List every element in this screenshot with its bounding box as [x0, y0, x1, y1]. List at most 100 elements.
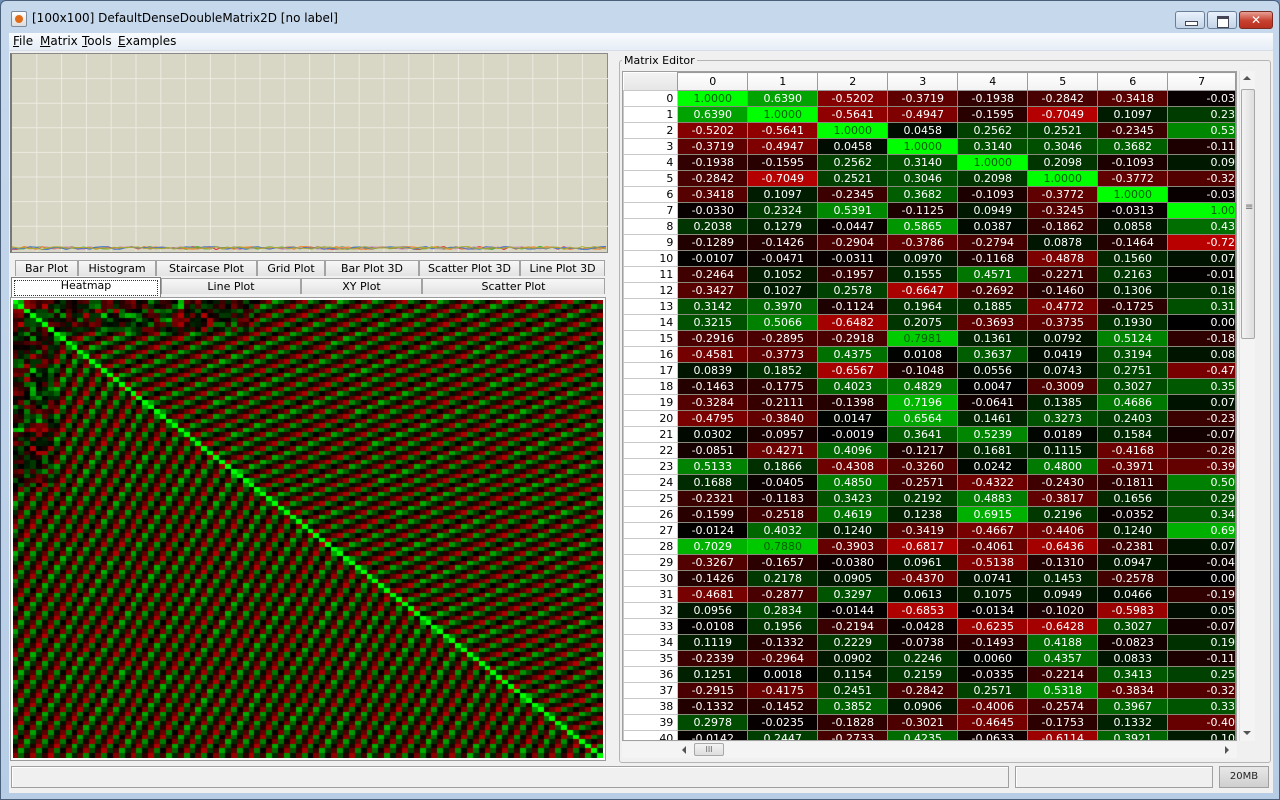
matrix-cell[interactable]: -0.3903	[817, 538, 889, 555]
matrix-cell[interactable]: 0.2978	[677, 714, 749, 731]
matrix-cell[interactable]: 0.0956	[677, 602, 749, 619]
scroll-up-icon[interactable]	[1243, 76, 1251, 80]
matrix-cell[interactable]: 0.3423	[817, 490, 889, 507]
matrix-cell[interactable]: 0.3682	[1097, 138, 1169, 155]
matrix-cell[interactable]: -0.1938	[677, 154, 749, 171]
matrix-cell[interactable]: -0.39	[1167, 458, 1236, 475]
matrix-cell[interactable]: -0.0311	[817, 250, 889, 267]
matrix-cell[interactable]: -0.1332	[677, 698, 749, 715]
matrix-cell[interactable]: -0.5641	[747, 122, 819, 139]
matrix-cell[interactable]: 0.05	[1167, 602, 1236, 619]
matrix-cell[interactable]: 0.3027	[1097, 618, 1169, 635]
matrix-cell[interactable]: 0.2098	[957, 170, 1029, 187]
matrix-cell[interactable]: 0.3967	[1097, 698, 1169, 715]
matrix-cell[interactable]: 0.00	[1167, 314, 1236, 331]
vertical-scroll-thumb[interactable]	[1241, 89, 1255, 339]
matrix-cell[interactable]: -0.0823	[1097, 634, 1169, 651]
matrix-cell[interactable]: 0.00	[1167, 570, 1236, 587]
matrix-cell[interactable]: 0.33	[1167, 698, 1236, 715]
matrix-cell[interactable]: 0.25	[1167, 666, 1236, 683]
matrix-cell[interactable]: 0.0242	[957, 458, 1029, 475]
matrix-cell[interactable]: -0.6817	[887, 538, 959, 555]
matrix-cell[interactable]: -0.1464	[1097, 234, 1169, 251]
row-header[interactable]: 37	[623, 682, 679, 699]
matrix-cell[interactable]: -0.0330	[677, 202, 749, 219]
matrix-cell[interactable]: 0.0458	[817, 138, 889, 155]
matrix-cell[interactable]: 0.1656	[1097, 490, 1169, 507]
matrix-cell[interactable]: -0.1332	[747, 634, 819, 651]
split-pane-divider[interactable]	[611, 53, 619, 765]
row-header[interactable]: 22	[623, 442, 679, 459]
matrix-cell[interactable]: -0.0144	[817, 602, 889, 619]
matrix-cell[interactable]: 0.43	[1167, 218, 1236, 235]
row-header[interactable]: 36	[623, 666, 679, 683]
matrix-cell[interactable]: 0.0387	[957, 218, 1029, 235]
matrix-cell[interactable]: -0.2518	[747, 506, 819, 523]
scroll-down-icon[interactable]	[1243, 731, 1251, 735]
tab-scatter-plot-3d[interactable]: Scatter Plot 3D	[419, 260, 520, 276]
matrix-cell[interactable]: -0.6114	[1027, 730, 1099, 740]
matrix-cell[interactable]: 0.1361	[957, 330, 1029, 347]
matrix-cell[interactable]: -0.1957	[817, 266, 889, 283]
matrix-cell[interactable]: -0.0447	[817, 218, 889, 235]
matrix-cell[interactable]: -0.0335	[957, 666, 1029, 683]
matrix-cell[interactable]: -0.2842	[887, 682, 959, 699]
matrix-cell[interactable]: -0.3284	[677, 394, 749, 411]
matrix-cell[interactable]: -0.1775	[747, 378, 819, 395]
matrix-cell[interactable]: 0.2571	[957, 682, 1029, 699]
matrix-cell[interactable]: -0.2345	[817, 186, 889, 203]
matrix-cell[interactable]: -0.4322	[957, 474, 1029, 491]
matrix-cell[interactable]: 0.0458	[887, 122, 959, 139]
matrix-cell[interactable]: 0.1461	[957, 410, 1029, 427]
matrix-cell[interactable]: -0.32	[1167, 170, 1236, 187]
row-header[interactable]: 38	[623, 698, 679, 715]
tab-line-plot[interactable]: Line Plot	[161, 278, 301, 294]
column-header[interactable]: 2	[817, 72, 889, 91]
matrix-cell[interactable]: 0.6915	[957, 506, 1029, 523]
minimize-button[interactable]	[1175, 11, 1205, 29]
matrix-cell[interactable]: -0.2430	[1027, 474, 1099, 491]
row-header[interactable]: 1	[623, 106, 679, 123]
matrix-cell[interactable]: 0.3140	[957, 138, 1029, 155]
row-header[interactable]: 17	[623, 362, 679, 379]
matrix-cell[interactable]: 0.3852	[817, 698, 889, 715]
matrix-cell[interactable]: 0.4800	[1027, 458, 1099, 475]
horizontal-scrollbar[interactable]: III	[622, 742, 1237, 758]
matrix-cell[interactable]: -0.2915	[677, 682, 749, 699]
matrix-cell[interactable]: -0.23	[1167, 410, 1236, 427]
matrix-cell[interactable]: 0.0949	[1027, 586, 1099, 603]
matrix-cell[interactable]: 0.50	[1167, 474, 1236, 491]
matrix-cell[interactable]: -0.6567	[817, 362, 889, 379]
matrix-cell[interactable]: 0.7029	[677, 538, 749, 555]
row-header[interactable]: 20	[623, 410, 679, 427]
matrix-cell[interactable]: -0.1093	[1097, 154, 1169, 171]
matrix-cell[interactable]: 0.18	[1167, 282, 1236, 299]
matrix-cell[interactable]: 0.1240	[1097, 522, 1169, 539]
matrix-cell[interactable]: -0.6436	[1027, 538, 1099, 555]
matrix-cell[interactable]: -0.03	[1167, 186, 1236, 203]
matrix-cell[interactable]: 0.2451	[817, 682, 889, 699]
matrix-cell[interactable]: -0.11	[1167, 138, 1236, 155]
matrix-cell[interactable]: -0.4581	[677, 346, 749, 363]
matrix-cell[interactable]: 0.2447	[747, 730, 819, 740]
matrix-cell[interactable]: -0.2194	[817, 618, 889, 635]
matrix-cell[interactable]: -0.72	[1167, 234, 1236, 251]
matrix-cell[interactable]: -0.4168	[1097, 442, 1169, 459]
matrix-cell[interactable]: -0.3719	[887, 90, 959, 107]
matrix-cell[interactable]: -0.0019	[817, 426, 889, 443]
matrix-cell[interactable]: 0.3046	[1027, 138, 1099, 155]
matrix-cell[interactable]: 0.08	[1167, 346, 1236, 363]
row-header[interactable]: 39	[623, 714, 679, 731]
matrix-cell[interactable]: -0.2794	[957, 234, 1029, 251]
matrix-cell[interactable]: -0.28	[1167, 442, 1236, 459]
matrix-cell[interactable]: 0.4829	[887, 378, 959, 395]
matrix-cell[interactable]: 0.19	[1167, 634, 1236, 651]
matrix-cell[interactable]: 0.1555	[887, 266, 959, 283]
menu-file[interactable]: File	[13, 34, 33, 48]
matrix-cell[interactable]: -0.0313	[1097, 202, 1169, 219]
matrix-cell[interactable]: -0.40	[1167, 714, 1236, 731]
matrix-cell[interactable]: 0.09	[1167, 154, 1236, 171]
row-header[interactable]: 4	[623, 154, 679, 171]
matrix-cell[interactable]: 0.0833	[1097, 650, 1169, 667]
matrix-cell[interactable]: -0.2339	[677, 650, 749, 667]
